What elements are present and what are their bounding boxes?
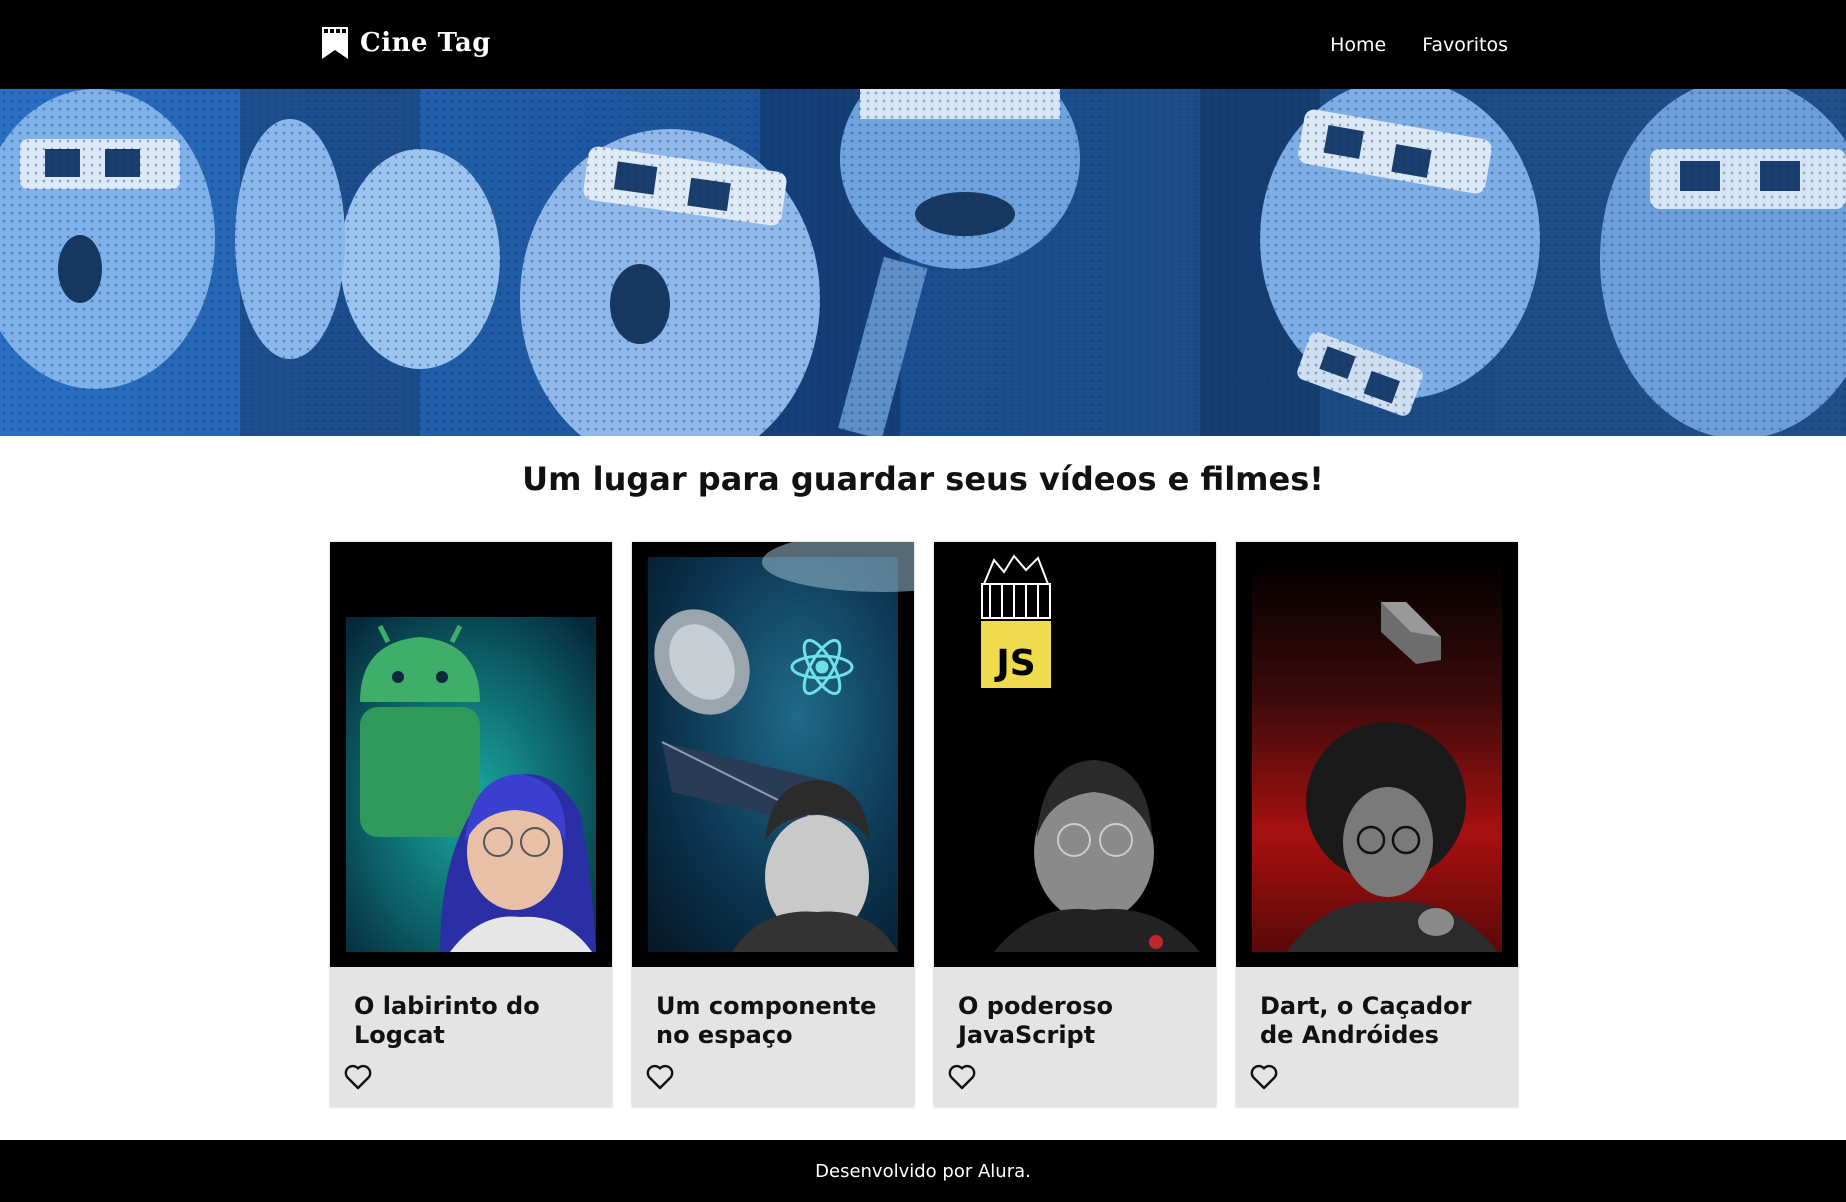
favorite-heart-icon[interactable] xyxy=(948,1064,978,1092)
video-card: Dart, o Caçador de Andróides xyxy=(1236,542,1518,1107)
video-thumbnail[interactable] xyxy=(330,542,612,967)
page-title: Um lugar para guardar seus vídeos e film… xyxy=(522,460,1324,498)
video-card: Um componente no espaço xyxy=(632,542,914,1107)
page-footer: Desenvolvido por Alura. xyxy=(0,1140,1846,1202)
nav-link-favoritos[interactable]: Favoritos xyxy=(1422,34,1508,56)
react-space-thumbnail-image xyxy=(648,542,914,952)
video-thumbnail[interactable] xyxy=(1236,542,1518,967)
cinema-audience-image xyxy=(0,89,1846,436)
video-title: Dart, o Caçador de Andróides xyxy=(1260,992,1472,1049)
video-thumbnail[interactable] xyxy=(632,542,914,967)
film-bookmark-icon xyxy=(322,27,348,59)
video-thumbnail[interactable]: JS xyxy=(934,542,1216,967)
brand-logo[interactable]: Cine Tag xyxy=(322,26,491,60)
brand-name: Cine Tag xyxy=(360,28,491,58)
video-title: O labirinto do Logcat xyxy=(354,992,540,1049)
js-badge-text: JS xyxy=(993,643,1035,684)
video-list: O labirinto do Logcat Um componente no e… xyxy=(330,542,1518,1107)
top-header: Cine Tag Home Favoritos xyxy=(0,0,1846,89)
nav-link-home[interactable]: Home xyxy=(1330,34,1386,56)
dart-thumbnail-image xyxy=(1252,557,1502,952)
video-title: O poderoso JavaScript xyxy=(958,992,1113,1049)
video-card: JS O poderoso JavaScript xyxy=(934,542,1216,1107)
video-title: Um componente no espaço xyxy=(656,992,877,1049)
favorite-heart-icon[interactable] xyxy=(344,1064,374,1092)
hero-banner xyxy=(0,89,1846,436)
video-card: O labirinto do Logcat xyxy=(330,542,612,1107)
javascript-thumbnail-image: JS xyxy=(934,542,1216,967)
footer-text: Desenvolvido por Alura. xyxy=(815,1160,1031,1182)
favorite-heart-icon[interactable] xyxy=(1250,1064,1280,1092)
favorite-heart-icon[interactable] xyxy=(646,1064,676,1092)
main-nav: Home Favoritos xyxy=(1330,0,1508,89)
android-thumbnail-image xyxy=(346,617,596,952)
